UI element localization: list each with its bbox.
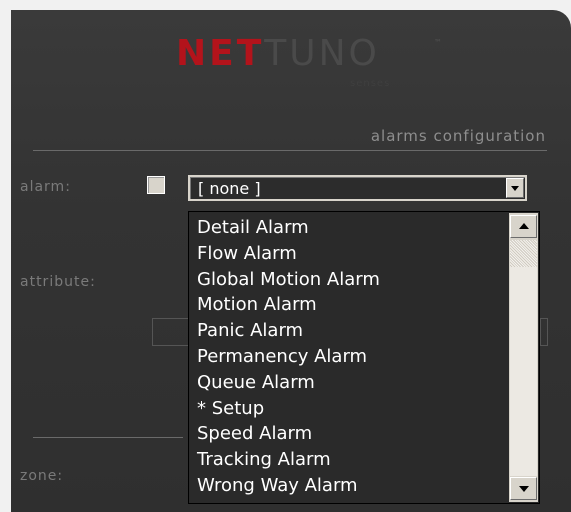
zone-label: zone: <box>20 468 64 484</box>
attribute-field-hidden <box>152 318 192 346</box>
scroll-down-button[interactable] <box>510 477 537 500</box>
dropdown-options: Detail Alarm Flow Alarm Global Motion Al… <box>197 215 380 499</box>
chevron-down-icon <box>519 486 529 492</box>
logo-net-text: NET <box>176 33 265 74</box>
scrollbar-thumb[interactable] <box>510 240 537 267</box>
alarm-select-toggle[interactable] <box>506 178 524 198</box>
dropdown-option-motion-alarm[interactable]: Motion Alarm <box>197 292 380 318</box>
section-title: alarms configuration <box>370 127 546 145</box>
attribute-field-edge <box>540 318 548 346</box>
dropdown-scrollbar[interactable] <box>509 213 538 502</box>
alarm-enabled-checkbox[interactable] <box>147 176 165 194</box>
dropdown-option-detail-alarm[interactable]: Detail Alarm <box>197 215 380 241</box>
alarm-select[interactable]: [ none ] <box>188 175 527 201</box>
alarm-label: alarm: <box>20 179 71 195</box>
dropdown-option-speed-alarm[interactable]: Speed Alarm <box>197 421 380 447</box>
dropdown-option-flow-alarm[interactable]: Flow Alarm <box>197 241 380 267</box>
dropdown-option-permanency-alarm[interactable]: Permanency Alarm <box>197 344 380 370</box>
scroll-up-button[interactable] <box>510 215 537 238</box>
dropdown-option-setup[interactable]: * Setup <box>197 396 380 422</box>
dropdown-option-tracking-alarm[interactable]: Tracking Alarm <box>197 447 380 473</box>
logo-tagline: senses <box>350 78 391 89</box>
alarm-select-value: [ none ] <box>198 179 261 198</box>
alarm-dropdown-list[interactable]: Detail Alarm Flow Alarm Global Motion Al… <box>188 211 540 504</box>
scrollbar-track[interactable] <box>510 240 537 476</box>
chevron-up-icon <box>519 223 529 229</box>
attribute-label: attribute: <box>20 274 96 290</box>
nettuno-logo: NETTUNO ™ senses <box>176 34 446 94</box>
zone-divider <box>33 437 183 438</box>
chevron-down-icon <box>511 186 519 191</box>
section-divider <box>33 150 547 151</box>
logo-trademark: ™ <box>434 38 442 47</box>
dropdown-option-queue-alarm[interactable]: Queue Alarm <box>197 370 380 396</box>
logo-tuno-text: TUNO <box>264 33 380 74</box>
dropdown-option-global-motion-alarm[interactable]: Global Motion Alarm <box>197 267 380 293</box>
dropdown-option-panic-alarm[interactable]: Panic Alarm <box>197 318 380 344</box>
dropdown-option-wrong-way-alarm[interactable]: Wrong Way Alarm <box>197 473 380 499</box>
